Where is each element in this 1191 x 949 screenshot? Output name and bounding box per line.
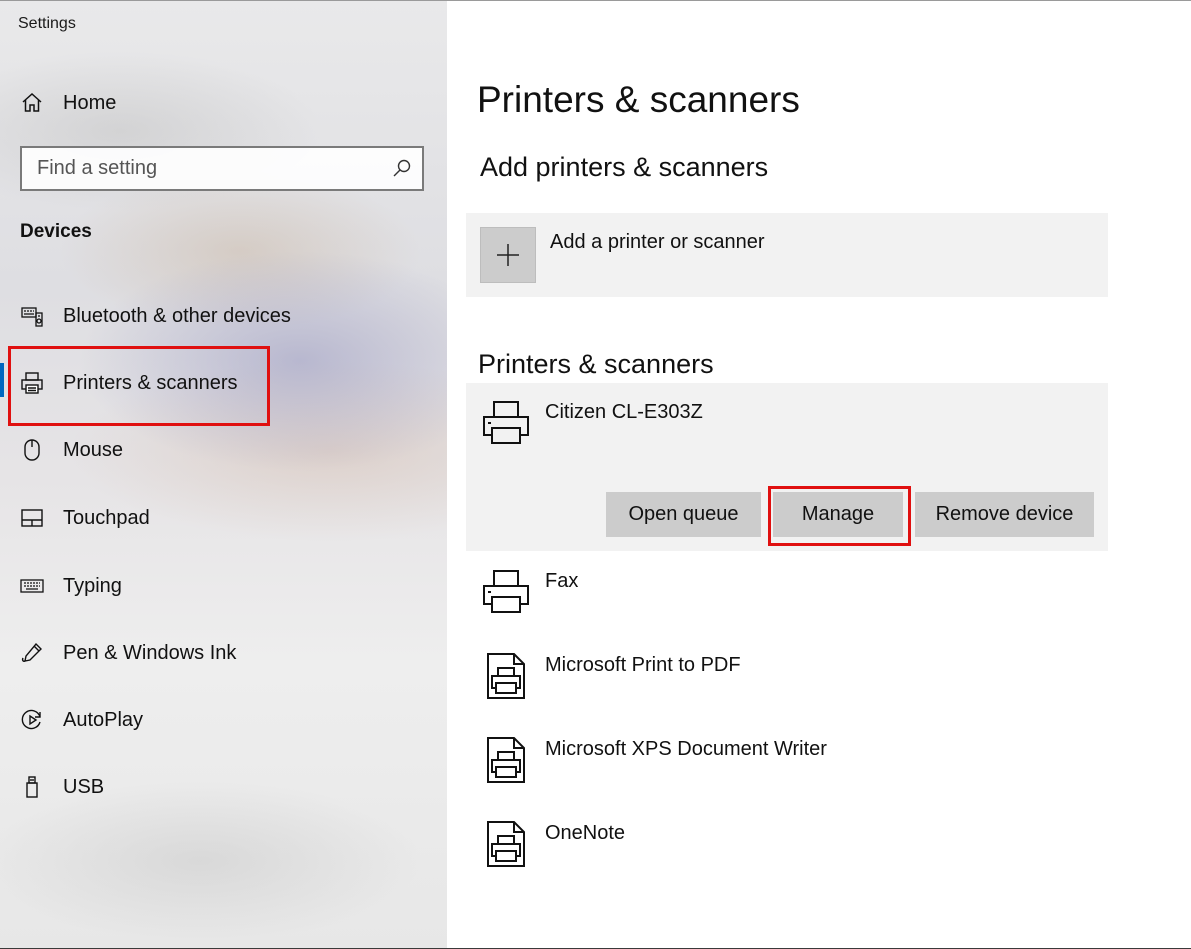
list-section-title: Printers & scanners [478,349,714,379]
mouse-icon [19,437,45,463]
sidebar-item-label: Home [63,91,117,114]
sidebar-item-label: Typing [63,574,122,597]
home-icon [19,90,45,116]
highlight-manage-button [768,486,911,546]
highlight-printers-item [8,346,270,426]
device-item-xps-writer[interactable]: Microsoft XPS Document Writer [466,720,1108,804]
device-item-onenote[interactable]: OneNote [466,804,1108,888]
settings-window: Settings Home Devices Bluetooth & other … [0,0,1191,949]
device-item-print-to-pdf[interactable]: Microsoft Print to PDF [466,636,1108,720]
section-label: Devices [20,221,92,242]
keyboard-icon [19,573,45,599]
sidebar-item-label: Mouse [63,438,124,461]
search-input[interactable] [22,157,382,180]
page-title: Printers & scanners [477,79,800,120]
document-printer-icon [487,821,525,867]
sidebar-item-pen[interactable]: Pen & Windows Ink [0,625,447,681]
sidebar-item-touchpad[interactable]: Touchpad [0,490,447,546]
device-name: OneNote [545,822,626,844]
sidebar: Settings Home Devices Bluetooth & other … [0,1,447,948]
sidebar-item-usb[interactable]: USB [0,759,447,815]
printer-icon [483,570,529,613]
search-icon[interactable] [392,158,412,178]
sidebar-item-home[interactable]: Home [0,75,447,131]
device-item-fax[interactable]: Fax [466,552,1108,636]
app-title: Settings [18,15,76,32]
usb-icon [19,774,45,800]
sidebar-item-label: Bluetooth & other devices [63,304,291,327]
open-queue-button[interactable]: Open queue [606,492,761,537]
sidebar-item-bluetooth[interactable]: Bluetooth & other devices [0,288,447,344]
device-name: Fax [545,570,579,592]
sidebar-item-autoplay[interactable]: AutoPlay [0,692,447,748]
autoplay-icon [19,707,45,733]
bluetooth-devices-icon [19,303,45,329]
sidebar-item-label: AutoPlay [63,708,144,731]
device-name: Microsoft XPS Document Writer [545,738,827,760]
sidebar-item-label: Pen & Windows Ink [63,641,237,664]
sidebar-item-label: Touchpad [63,506,150,529]
printer-icon [483,401,529,444]
add-printer-button[interactable]: Add a printer or scanner [466,213,1108,297]
device-name: Microsoft Print to PDF [545,654,741,676]
sidebar-item-typing[interactable]: Typing [0,558,447,614]
device-name: Citizen CL-E303Z [545,401,703,423]
pen-icon [19,640,45,666]
document-printer-icon [487,737,525,783]
add-section-title: Add printers & scanners [480,152,769,182]
main-content: Printers & scanners Add printers & scann… [447,1,1191,948]
document-printer-icon [487,653,525,699]
plus-icon [480,227,536,283]
device-item-citizen[interactable]: Citizen CL-E303Z [466,383,1108,467]
remove-device-button[interactable]: Remove device [915,492,1094,537]
touchpad-icon [19,505,45,531]
add-printer-label: Add a printer or scanner [550,231,765,253]
sidebar-item-mouse[interactable]: Mouse [0,422,447,478]
sidebar-item-label: USB [63,775,105,798]
search-box[interactable] [20,146,424,191]
